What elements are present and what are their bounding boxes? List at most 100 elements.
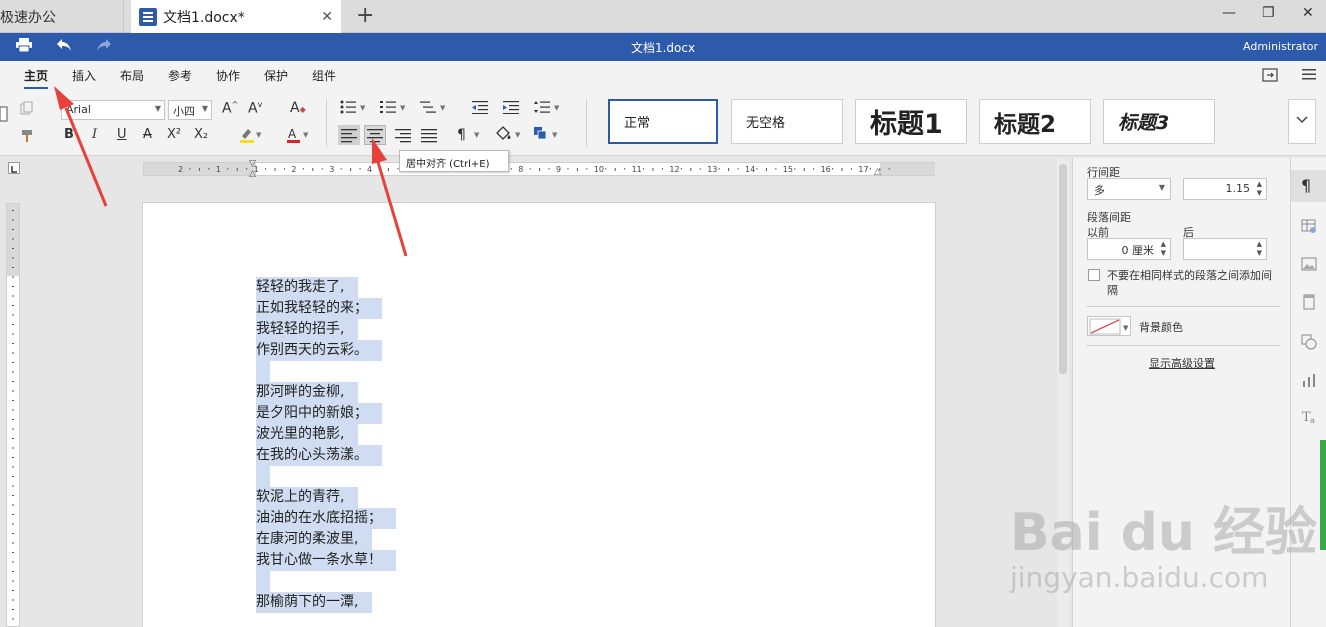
- header-footer-icon[interactable]: [1301, 294, 1317, 314]
- document-line[interactable]: 油油的在水底招摇；: [256, 508, 396, 529]
- underline-button[interactable]: U: [117, 127, 127, 142]
- table-settings-icon[interactable]: [1301, 218, 1317, 238]
- font-color-icon[interactable]: A ▼: [286, 127, 310, 147]
- menu-components[interactable]: 组件: [312, 67, 336, 84]
- paste-icon[interactable]: [0, 105, 8, 127]
- decrease-indent-icon[interactable]: [472, 100, 488, 118]
- highlight-icon[interactable]: ▼: [239, 127, 263, 147]
- line-spacing-type-select[interactable]: 多 ▼: [1087, 178, 1171, 200]
- line-spacing-value-input[interactable]: 1.15 ▲ ▼: [1183, 178, 1267, 200]
- menu-protect[interactable]: 保护: [264, 67, 288, 84]
- style-no-spacing[interactable]: 无空格: [731, 99, 843, 144]
- document-line[interactable]: 作别西天的云彩。: [256, 340, 396, 361]
- document-line[interactable]: 在康河的柔波里,: [256, 529, 396, 550]
- document-line[interactable]: [256, 466, 396, 487]
- document-page[interactable]: 轻轻的我走了, 正如我轻轻的来； 我轻轻的招手, 作别西天的云彩。 那河畔的金柳, 是夕阳…: [142, 202, 936, 627]
- document-line[interactable]: 波光里的艳影,: [256, 424, 396, 445]
- text-art-icon[interactable]: Ta: [1301, 408, 1317, 428]
- tab-document[interactable]: 文档1.docx* ✕: [131, 0, 341, 33]
- multilevel-list-icon[interactable]: ▼: [420, 100, 448, 118]
- shape-settings-icon[interactable]: [1301, 334, 1317, 354]
- subscript-button[interactable]: X₂: [194, 127, 208, 142]
- document-line-text: 我轻轻的招手,: [256, 319, 359, 340]
- horizontal-ruler[interactable]: 211234567891011121314151617 ▽ △ △: [143, 159, 935, 179]
- increase-indent-icon[interactable]: [503, 100, 519, 118]
- bold-button[interactable]: B: [64, 127, 74, 142]
- minimize-button[interactable]: —: [1222, 5, 1236, 21]
- increase-font-icon[interactable]: A^: [222, 100, 238, 117]
- no-space-checkbox[interactable]: [1088, 269, 1100, 281]
- svg-text:▼: ▼: [515, 131, 521, 139]
- menu-collaborate[interactable]: 协作: [216, 67, 240, 84]
- ruler-tick: [680, 168, 682, 170]
- borders-icon[interactable]: ▼: [533, 126, 563, 146]
- left-indent-marker[interactable]: △: [249, 169, 256, 179]
- new-tab-button[interactable]: +: [356, 3, 374, 28]
- copy-icon[interactable]: [20, 101, 34, 119]
- tab-app[interactable]: 极速办公: [0, 0, 124, 33]
- bullet-list-icon[interactable]: ▼: [340, 100, 368, 118]
- close-window-button[interactable]: ✕: [1302, 5, 1314, 21]
- font-size-select[interactable]: 小四 ▼: [168, 100, 212, 120]
- document-line[interactable]: 轻轻的我走了,: [256, 277, 396, 298]
- paragraph-marks-icon[interactable]: ¶ ▼: [456, 126, 484, 146]
- justify-button[interactable]: [418, 125, 440, 149]
- document-line[interactable]: 我轻轻的招手,: [256, 319, 396, 340]
- styles-expand-button[interactable]: [1288, 99, 1316, 144]
- menu-insert[interactable]: 插入: [72, 67, 96, 84]
- chart-settings-icon[interactable]: [1301, 372, 1317, 392]
- format-painter-icon[interactable]: [20, 129, 34, 147]
- right-indent-marker[interactable]: △: [874, 167, 881, 177]
- menu-layout[interactable]: 布局: [120, 67, 144, 84]
- vertical-ruler[interactable]: [6, 203, 20, 627]
- align-right-button[interactable]: [392, 125, 414, 149]
- close-tab-icon[interactable]: ✕: [321, 9, 333, 25]
- vertical-ruler-tick: [12, 552, 14, 553]
- document-line[interactable]: 在我的心头荡漾。: [256, 445, 396, 466]
- open-location-icon[interactable]: [1262, 68, 1278, 85]
- spacing-before-input[interactable]: 0 厘米 ▲ ▼: [1087, 238, 1171, 260]
- document-line[interactable]: 是夕阳中的新娘；: [256, 403, 396, 424]
- baidu-watermark: Bai du 经验 jingyan.baidu.com: [1010, 490, 1317, 594]
- document-line[interactable]: 那榆荫下的一潭,: [256, 592, 396, 613]
- vertical-ruler-tick: [12, 618, 14, 620]
- vertical-ruler-tick: [12, 438, 14, 439]
- style-heading2[interactable]: 标题2: [979, 99, 1091, 144]
- style-normal[interactable]: 正常: [608, 99, 718, 144]
- align-left-button[interactable]: [338, 125, 360, 145]
- superscript-button[interactable]: X²: [167, 127, 181, 142]
- first-line-indent-marker[interactable]: ▽: [249, 159, 256, 169]
- document-line[interactable]: 那河畔的金柳,: [256, 382, 396, 403]
- menu-home[interactable]: 主页: [24, 67, 49, 89]
- decrease-font-icon[interactable]: Av: [248, 100, 262, 117]
- line-spacing-icon[interactable]: ▼: [534, 100, 562, 118]
- maximize-button[interactable]: ❐: [1262, 5, 1275, 21]
- ruler-tick: [246, 168, 248, 170]
- tab-stop-selector[interactable]: [8, 162, 20, 174]
- style-heading1[interactable]: 标题1: [855, 99, 967, 144]
- spacing-after-input[interactable]: ▲ ▼: [1183, 238, 1267, 260]
- plugin-indicator[interactable]: [1320, 440, 1326, 550]
- align-center-button[interactable]: [364, 125, 386, 145]
- font-name-select[interactable]: Arial ▼: [61, 100, 165, 120]
- scrollbar-thumb[interactable]: [1059, 164, 1067, 374]
- paragraph-settings-icon[interactable]: ¶: [1301, 176, 1311, 195]
- document-line[interactable]: [256, 571, 396, 592]
- document-line[interactable]: [256, 361, 396, 382]
- style-heading3[interactable]: 标题3: [1103, 99, 1215, 144]
- document-line[interactable]: 我甘心做一条水草！: [256, 550, 396, 571]
- shading-icon[interactable]: ▼: [494, 125, 524, 147]
- document-line[interactable]: 正如我轻轻的来；: [256, 298, 396, 319]
- italic-button[interactable]: I: [92, 127, 97, 142]
- clear-format-icon[interactable]: A◆: [290, 100, 306, 116]
- strikethrough-button[interactable]: A: [143, 127, 152, 142]
- hamburger-menu-icon[interactable]: [1302, 68, 1316, 83]
- document-line[interactable]: 软泥上的青荇,: [256, 487, 396, 508]
- background-color-picker[interactable]: ▼: [1087, 316, 1131, 336]
- advanced-settings-link[interactable]: 显示高级设置: [1149, 355, 1215, 371]
- menu-references[interactable]: 参考: [168, 67, 192, 84]
- numbered-list-icon[interactable]: ▼: [380, 100, 408, 118]
- document-body[interactable]: 轻轻的我走了, 正如我轻轻的来； 我轻轻的招手, 作别西天的云彩。 那河畔的金柳, 是夕阳…: [256, 277, 396, 613]
- image-settings-icon[interactable]: [1301, 256, 1317, 276]
- user-name[interactable]: Administrator: [1243, 40, 1318, 53]
